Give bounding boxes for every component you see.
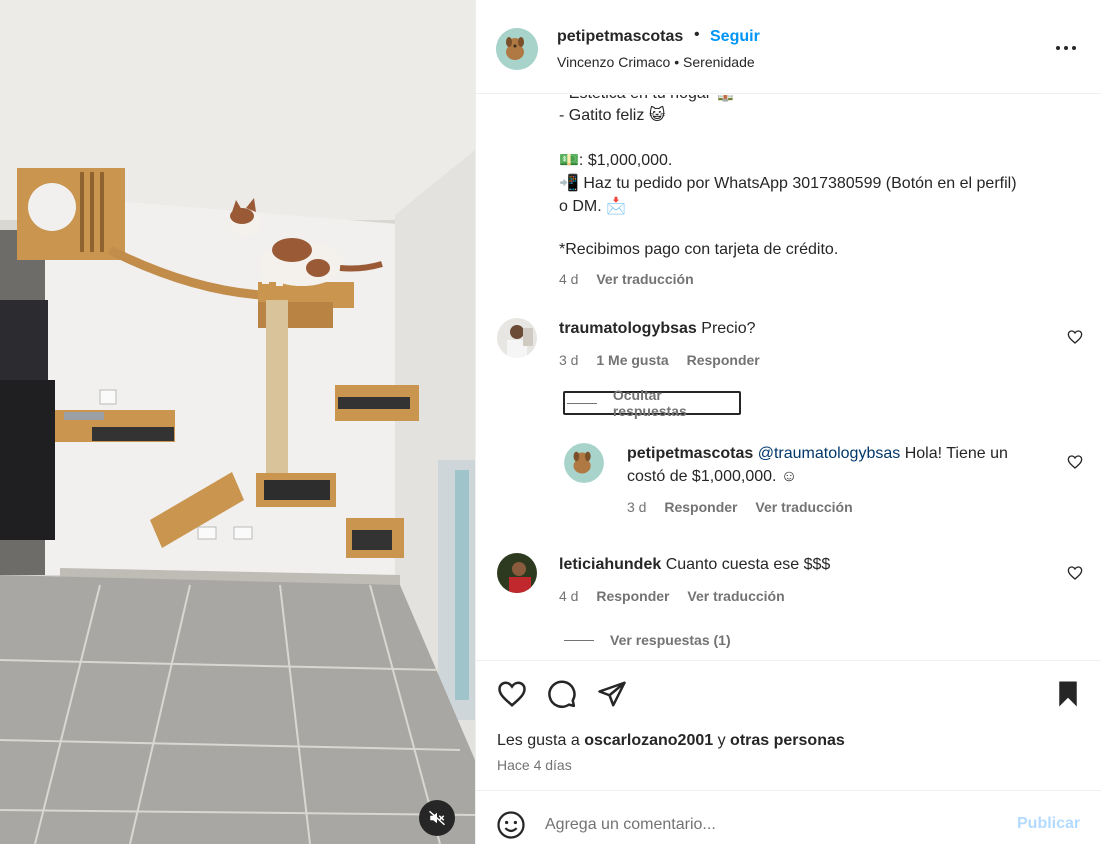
reply-button[interactable]: Responder — [687, 352, 760, 368]
reply-button[interactable]: Responder — [664, 499, 737, 515]
comment-time[interactable]: 3 d — [559, 352, 578, 368]
reply-text-line2: costó de $1,000,000. ☺ — [627, 468, 798, 485]
caption-line: - Estética en tu hogar 🏠 — [559, 95, 735, 103]
separator-dot: • — [694, 26, 700, 43]
caption-line: 📲 Haz tu pedido por WhatsApp 3017380599 … — [559, 175, 1017, 192]
more-options-button[interactable] — [1051, 38, 1081, 58]
caption-line: *Recibimos pago con tarjeta de crédito. — [559, 241, 839, 258]
replier-avatar[interactable] — [564, 443, 604, 483]
follow-button[interactable]: Seguir — [710, 28, 760, 46]
likes-others-link[interactable]: otras personas — [730, 732, 845, 749]
smiley-icon[interactable] — [496, 810, 526, 840]
comment-icon[interactable] — [547, 679, 577, 709]
post-media[interactable] — [0, 0, 475, 844]
avatar-photo — [497, 553, 537, 593]
hide-replies-label: Ocultar respuestas — [612, 387, 687, 419]
post-header: petipetmascotas • Seguir Vincenzo Crimac… — [476, 4, 1101, 94]
comment-username[interactable]: leticiahundek — [559, 556, 661, 573]
reply-body: Hola! Tiene un — [904, 445, 1008, 462]
comment-input[interactable] — [545, 811, 985, 839]
reply-username[interactable]: petipetmascotas — [627, 445, 753, 462]
reply-button[interactable]: Responder — [596, 588, 669, 604]
post-actions: Les gusta a oscarlozano2001 y otras pers… — [476, 660, 1101, 790]
comment-meta: 3 d 1 Me gusta Responder — [559, 352, 774, 368]
comments-list[interactable]: - Estética en tu hogar 🏠 - Gatito feliz … — [476, 95, 1101, 660]
dog-logo-icon — [564, 443, 604, 483]
likes-summary: Les gusta a oscarlozano2001 y otras pers… — [497, 732, 845, 750]
dog-logo-icon — [496, 28, 538, 70]
author-username[interactable]: petipetmascotas — [557, 28, 683, 46]
translate-link[interactable]: Ver traducción — [596, 271, 693, 287]
more-horizontal-icon — [1056, 46, 1076, 50]
replies-dash — [567, 402, 597, 404]
audio-credit[interactable]: Vincenzo Crimaco • Serenidade — [557, 54, 755, 70]
likes-joiner: y — [717, 732, 726, 749]
mute-button[interactable] — [419, 800, 455, 836]
translate-link[interactable]: Ver traducción — [755, 499, 852, 515]
commenter-avatar[interactable] — [497, 318, 537, 358]
post-photo — [0, 0, 475, 844]
caption-line: - Gatito feliz 😺 — [559, 107, 666, 124]
caption-time[interactable]: 4 d — [559, 271, 578, 287]
commenter-avatar[interactable] — [497, 553, 537, 593]
publish-button[interactable]: Publicar — [1017, 815, 1080, 833]
comment-time[interactable]: 4 d — [559, 588, 578, 604]
comment-body: Cuanto cuesta ese $$$ — [665, 556, 831, 573]
comment-composer: Publicar — [476, 790, 1101, 844]
comment-meta: 4 d Responder Ver traducción — [559, 588, 799, 604]
reply-time[interactable]: 3 d — [627, 499, 646, 515]
heart-icon[interactable] — [1067, 565, 1083, 581]
bookmark-filled-icon[interactable] — [1053, 679, 1083, 709]
reply-meta: 3 d Responder Ver traducción — [627, 499, 867, 515]
view-replies-button[interactable]: Ver respuestas (1) — [564, 632, 731, 648]
replies-dash — [564, 639, 594, 641]
translate-link[interactable]: Ver traducción — [687, 588, 784, 604]
comment-likes[interactable]: 1 Me gusta — [596, 352, 668, 368]
comment-username[interactable]: traumatologybsas — [559, 320, 697, 337]
post-date[interactable]: Hace 4 días — [497, 757, 572, 773]
view-replies-label: Ver respuestas (1) — [610, 632, 731, 648]
likes-prefix: Les gusta a — [497, 732, 580, 749]
post-details-panel: petipetmascotas • Seguir Vincenzo Crimac… — [475, 0, 1102, 844]
hide-replies-button[interactable]: Ocultar respuestas — [563, 387, 741, 419]
comment-text: leticiahundek Cuanto cuesta ese $$$ — [559, 556, 830, 574]
paper-plane-icon[interactable] — [597, 679, 627, 709]
caption-meta: 4 d Ver traducción — [559, 271, 708, 287]
liker-username[interactable]: oscarlozano2001 — [584, 732, 713, 749]
speaker-muted-icon — [428, 810, 446, 826]
heart-icon[interactable] — [1067, 454, 1083, 470]
mention-link[interactable]: @traumatologybsas — [758, 445, 901, 462]
heart-icon[interactable] — [497, 679, 527, 709]
caption-line: 💵: $1,000,000. — [559, 152, 673, 169]
author-avatar[interactable] — [496, 28, 538, 70]
caption-line: o DM. 📩 — [559, 198, 627, 215]
heart-icon[interactable] — [1067, 329, 1083, 345]
avatar-photo — [497, 318, 537, 358]
reply-text: petipetmascotas @traumatologybsas Hola! … — [627, 445, 1008, 463]
comment-text: traumatologybsas Precio? — [559, 320, 756, 338]
comment-body: Precio? — [701, 320, 756, 337]
